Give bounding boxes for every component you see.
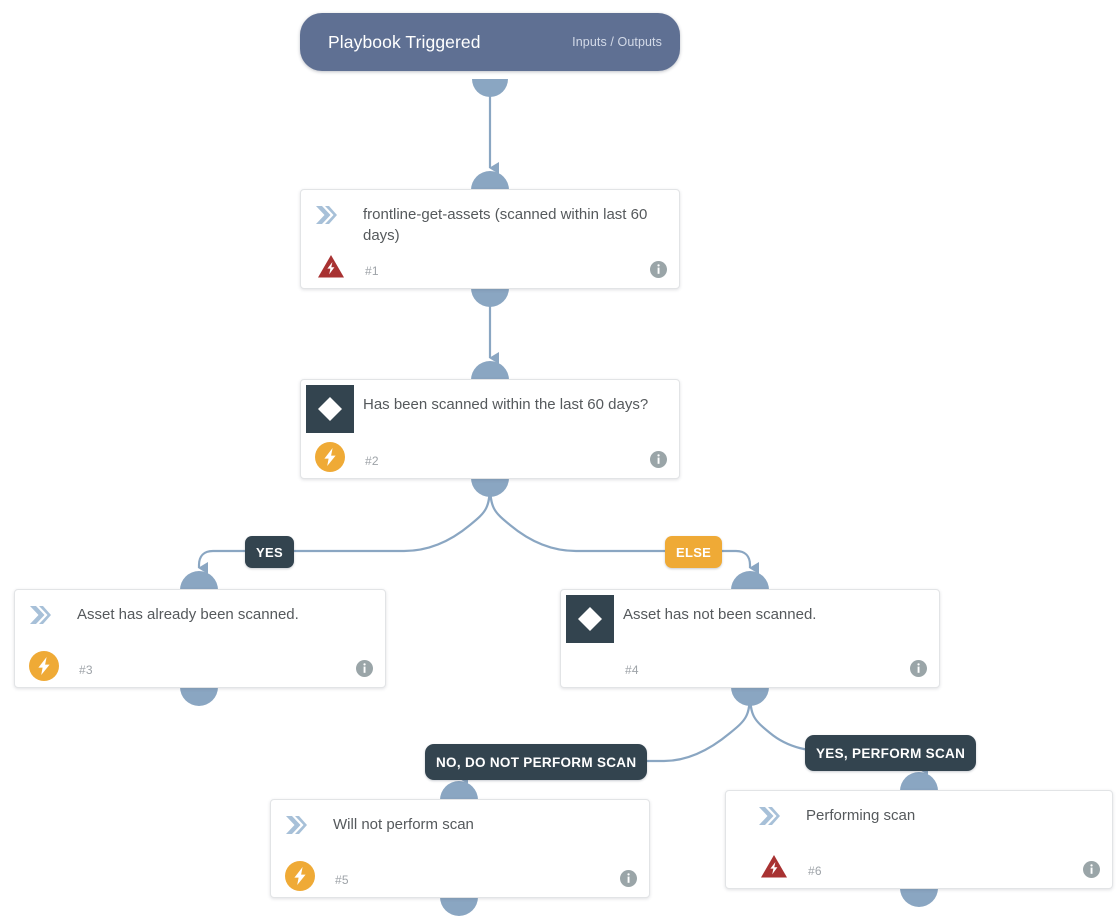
- info-icon[interactable]: [1083, 861, 1100, 878]
- action-node-1[interactable]: frontline-get-assets (scanned within las…: [300, 189, 680, 289]
- info-icon[interactable]: [650, 261, 667, 278]
- port-out-trigger: [472, 79, 508, 97]
- action-node-3[interactable]: Asset has already been scanned. #3: [14, 589, 386, 688]
- node-title: Has been scanned within the last 60 days…: [363, 396, 649, 413]
- branch-label-text: NO, DO NOT PERFORM SCAN: [436, 754, 637, 770]
- action-node-6[interactable]: Performing scan #6: [725, 790, 1113, 889]
- info-icon[interactable]: [356, 660, 373, 677]
- playbook-canvas[interactable]: Playbook Triggered Inputs / Outputs fron…: [0, 0, 1120, 919]
- chevron-icon: [281, 810, 311, 840]
- port-in-node-1: [471, 171, 509, 190]
- chevron-icon: [754, 801, 784, 831]
- trigger-label: Playbook Triggered: [328, 31, 481, 52]
- decision-node-4[interactable]: Asset has not been scanned. #4: [560, 589, 940, 688]
- node-title: Performing scan: [806, 807, 916, 824]
- branch-label-yes[interactable]: YES: [245, 536, 294, 568]
- chevron-icon: [311, 200, 341, 230]
- port-out-node-2: [471, 478, 509, 497]
- node-number: #4: [625, 663, 639, 677]
- port-in-node-4: [731, 571, 769, 590]
- node-title: Asset has not been scanned.: [623, 606, 817, 623]
- warning-bolt-icon: [758, 850, 790, 882]
- branch-label-yes-perform-scan[interactable]: YES, PERFORM SCAN: [805, 735, 977, 771]
- trigger-inputs-outputs-link[interactable]: Inputs / Outputs: [546, 35, 662, 49]
- branch-label-no-perform-scan[interactable]: NO, DO NOT PERFORM SCAN: [425, 744, 648, 780]
- node-number: #2: [365, 454, 379, 468]
- branch-label-text: ELSE: [676, 544, 712, 560]
- action-node-5[interactable]: Will not perform scan #5: [270, 799, 650, 898]
- port-in-node-6: [900, 772, 938, 791]
- bolt-circle-icon: [314, 441, 346, 473]
- bolt-circle-icon: [28, 650, 60, 682]
- node-title: frontline-get-assets (scanned within las…: [363, 206, 648, 244]
- decision-node-2[interactable]: Has been scanned within the last 60 days…: [300, 379, 680, 479]
- branch-label-else[interactable]: ELSE: [665, 536, 723, 568]
- port-out-node-6: [900, 888, 938, 907]
- decision-diamond-icon: [566, 595, 614, 643]
- port-out-node-4: [731, 687, 769, 706]
- node-title: Asset has already been scanned.: [77, 606, 299, 623]
- branch-label-text: YES: [256, 544, 283, 560]
- info-icon[interactable]: [650, 451, 667, 468]
- node-number: #3: [79, 663, 93, 677]
- port-in-node-2: [471, 361, 509, 380]
- node-number: #1: [365, 264, 379, 278]
- info-icon[interactable]: [620, 870, 637, 887]
- port-out-node-3: [180, 687, 218, 706]
- branch-label-text: YES, PERFORM SCAN: [816, 745, 966, 761]
- info-icon[interactable]: [910, 660, 927, 677]
- node-number: #5: [335, 873, 349, 887]
- node-number: #6: [808, 864, 822, 878]
- port-out-node-1: [471, 288, 509, 307]
- port-out-node-5: [440, 897, 478, 916]
- chevron-icon: [25, 600, 55, 630]
- bolt-circle-icon: [284, 860, 316, 892]
- port-in-node-5: [440, 781, 478, 800]
- warning-bolt-icon: [315, 250, 347, 282]
- edge-2-to-3: [197, 482, 492, 574]
- decision-diamond-icon: [306, 385, 354, 433]
- port-in-node-3: [180, 571, 218, 590]
- trigger-node[interactable]: Playbook Triggered Inputs / Outputs: [300, 13, 680, 71]
- node-title: Will not perform scan: [333, 816, 474, 833]
